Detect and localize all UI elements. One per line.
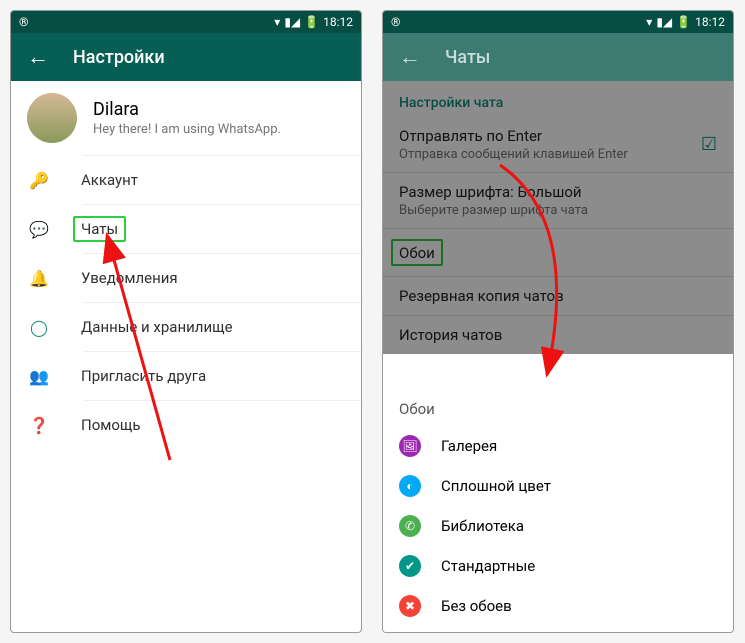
app-bar: ← Чаты	[383, 33, 733, 81]
back-icon[interactable]: ←	[27, 44, 49, 70]
chat-icon: 💬	[27, 220, 51, 239]
sheet-item-label: Стандартные	[441, 557, 535, 575]
sheet-item-label: Галерея	[441, 437, 497, 455]
battery-icon: 🔋	[676, 15, 691, 29]
avatar	[27, 93, 77, 143]
sheet-default[interactable]: ✔ Стандартные	[383, 546, 733, 586]
menu-label: Аккаунт	[81, 171, 138, 189]
menu-label: Чаты	[81, 220, 118, 238]
profile-row[interactable]: Dilara Hey there! I am using WhatsApp.	[11, 81, 361, 155]
back-icon[interactable]: ←	[399, 44, 421, 70]
registered-icon: ®	[19, 15, 28, 29]
sheet-library[interactable]: ✆ Библиотека	[383, 506, 733, 546]
menu-help[interactable]: ❓ Помощь	[11, 401, 361, 449]
sheet-none[interactable]: ✖ Без обоев	[383, 586, 733, 626]
phone-right: ® ▾ ▮◢ 🔋 18:12 ← Чаты Настройки чата Отп…	[382, 10, 734, 633]
profile-text: Dilara Hey there! I am using WhatsApp.	[93, 99, 281, 137]
settings-menu: 🔑 Аккаунт 💬 Чаты 🔔 Уведомления ◯ Данные …	[11, 156, 361, 449]
sheet-title: Обои	[383, 394, 733, 426]
sheet-item-label: Сплошной цвет	[441, 477, 551, 495]
menu-notifications[interactable]: 🔔 Уведомления	[11, 254, 361, 302]
appbar-title: Чаты	[445, 47, 490, 68]
menu-label: Помощь	[81, 416, 141, 434]
status-bar: ® ▾ ▮◢ 🔋 18:12	[383, 11, 733, 33]
sheet-gallery[interactable]: 🖼 Галерея	[383, 426, 733, 466]
appbar-title: Настройки	[73, 47, 165, 68]
bell-icon: 🔔	[27, 269, 51, 288]
profile-status: Hey there! I am using WhatsApp.	[93, 122, 281, 137]
status-time: 18:12	[323, 15, 353, 29]
data-icon: ◯	[27, 318, 51, 337]
signal-icon: ▮◢	[284, 15, 300, 29]
right-content: Настройки чата Отправлять по Enter Отпра…	[383, 81, 733, 632]
help-icon: ❓	[27, 416, 51, 435]
wifi-icon: ▾	[646, 15, 652, 29]
menu-label: Уведомления	[81, 269, 178, 287]
sheet-item-label: Без обоев	[441, 597, 512, 615]
menu-label: Пригласить друга	[81, 367, 206, 385]
chat-settings-list: Настройки чата Отправлять по Enter Отпра…	[383, 81, 733, 354]
menu-chats[interactable]: 💬 Чаты	[11, 205, 361, 253]
wifi-icon: ▾	[274, 15, 280, 29]
profile-name: Dilara	[93, 99, 281, 120]
menu-label: Данные и хранилище	[81, 318, 233, 336]
registered-icon: ®	[391, 15, 400, 29]
status-bar: ® ▾ ▮◢ 🔋 18:12	[11, 11, 361, 33]
gallery-icon: 🖼	[399, 435, 421, 457]
phone-left: ® ▾ ▮◢ 🔋 18:12 ← Настройки Dilara Hey th…	[10, 10, 362, 633]
sheet-solid[interactable]: ◐ Сплошной цвет	[383, 466, 733, 506]
default-icon: ✔	[399, 555, 421, 577]
solid-icon: ◐	[399, 475, 421, 497]
library-icon: ✆	[399, 515, 421, 537]
key-icon: 🔑	[27, 171, 51, 190]
menu-data[interactable]: ◯ Данные и хранилище	[11, 303, 361, 351]
menu-account[interactable]: 🔑 Аккаунт	[11, 156, 361, 204]
scrim-overlay[interactable]	[383, 81, 733, 354]
wallpaper-sheet: Обои 🖼 Галерея ◐ Сплошной цвет ✆ Библиот…	[383, 384, 733, 632]
battery-icon: 🔋	[304, 15, 319, 29]
sheet-item-label: Библиотека	[441, 517, 524, 535]
app-bar: ← Настройки	[11, 33, 361, 81]
menu-invite[interactable]: 👥 Пригласить друга	[11, 352, 361, 400]
signal-icon: ▮◢	[656, 15, 672, 29]
status-time: 18:12	[695, 15, 725, 29]
none-icon: ✖	[399, 595, 421, 617]
people-icon: 👥	[27, 367, 51, 386]
highlight-chats: Чаты	[73, 216, 126, 242]
